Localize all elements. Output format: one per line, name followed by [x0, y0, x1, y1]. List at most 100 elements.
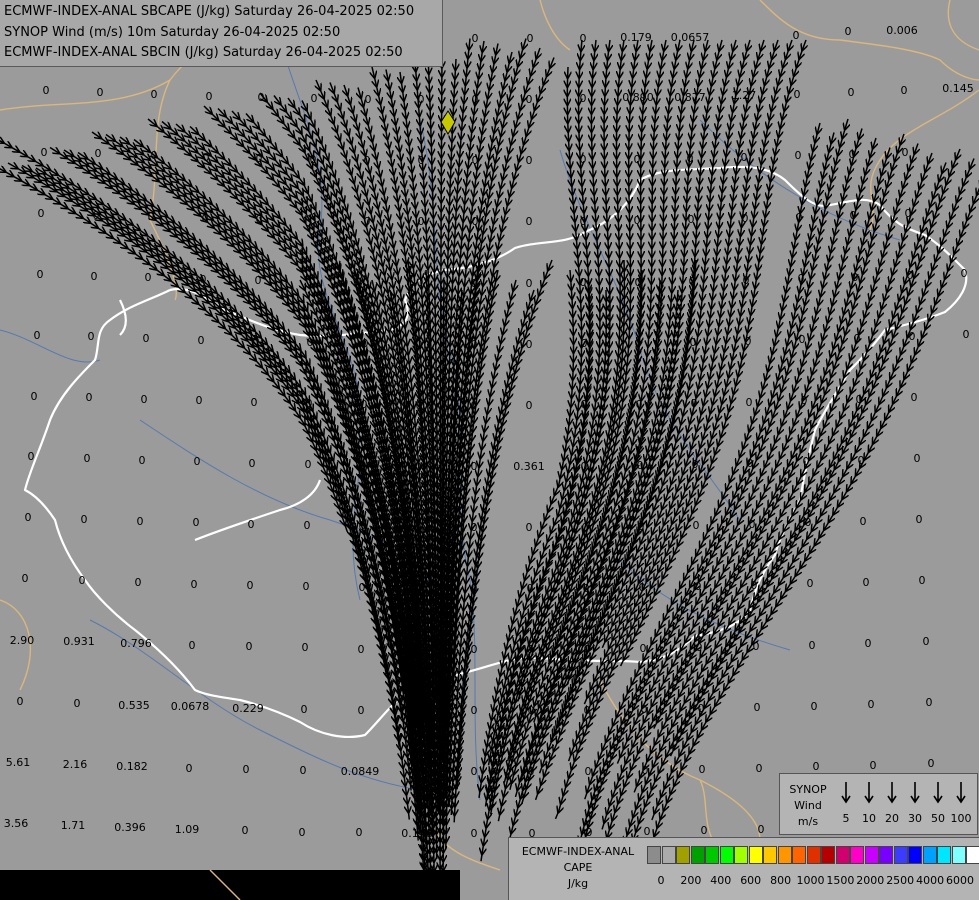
- sbcin-value: 0: [698, 702, 705, 715]
- sbcin-value: 0: [41, 146, 48, 159]
- sbcin-value: 0: [581, 460, 588, 473]
- sbcin-value: 0: [799, 333, 806, 346]
- sbcin-value: 0: [641, 703, 648, 716]
- sbcin-value: 0: [926, 696, 933, 709]
- sbcin-value: 0: [193, 516, 200, 529]
- sbcin-value: 0: [256, 152, 263, 165]
- cape-color-swatch: [792, 846, 806, 864]
- sbcin-value: 0: [916, 513, 923, 526]
- sbcin-value: 0: [17, 695, 24, 708]
- sbcin-value: 0: [415, 460, 422, 473]
- sbcin-value: 0: [81, 513, 88, 526]
- sbcin-value: 0: [243, 763, 250, 776]
- cape-color-swatch: [705, 846, 719, 864]
- cape-tick-label: 0: [657, 874, 665, 887]
- sbcin-value: 0: [796, 211, 803, 224]
- cape-color-swatch: [937, 846, 951, 864]
- sbcin-value: 0: [416, 399, 423, 412]
- sbcin-value: 0: [364, 154, 371, 167]
- sbcin-value: 0: [135, 576, 142, 589]
- sbcin-value: 0: [911, 391, 918, 404]
- sbcin-value: 0: [139, 454, 146, 467]
- sbcin-value: 0: [200, 273, 207, 286]
- sbcin-value: 0: [38, 207, 45, 220]
- cape-color-swatch: [661, 846, 676, 864]
- sbcin-value: 0: [745, 335, 752, 348]
- sbcin-value: 0: [253, 335, 260, 348]
- cape-tick-label: 600: [740, 874, 762, 887]
- cape-legend-unit: J/kg: [567, 877, 589, 890]
- sbcin-value: 0: [186, 762, 193, 775]
- sbcin-value: 0: [758, 823, 765, 836]
- sbcin-value: 0: [471, 582, 478, 595]
- cape-color-swatch: [748, 846, 763, 864]
- cape-color-swatch: [893, 846, 908, 864]
- cape-color-swatch: [864, 846, 879, 864]
- sbcin-value: 0: [305, 458, 312, 471]
- sbcin-value: 0: [805, 516, 812, 529]
- cape-color-swatch: [835, 846, 850, 864]
- sbcin-value: 0: [472, 154, 479, 167]
- wind-arrow-icon: [910, 782, 920, 804]
- wind-speed-label: 5: [842, 812, 850, 825]
- sbcin-value: 0: [22, 572, 29, 585]
- sbcin-value: 0: [471, 399, 478, 412]
- sbcin-value: 0: [527, 32, 534, 45]
- sbcin-value: 0: [870, 759, 877, 772]
- wind-arrow-icon: [887, 782, 897, 804]
- sbcin-value: 1.27: [732, 89, 757, 102]
- sbcin-value: 1.71: [61, 819, 86, 832]
- wind-arrow-icon: [841, 782, 851, 804]
- sbcin-value: 0: [858, 454, 865, 467]
- sbcin-value: 0: [754, 701, 761, 714]
- sbcin-value: 0: [414, 704, 421, 717]
- sbcin-value: 0: [37, 268, 44, 281]
- sbcin-value: 0: [638, 520, 645, 533]
- sbcin-value: 0: [528, 765, 535, 778]
- sbcin-value: 0: [258, 91, 265, 104]
- sbcin-value: 0: [299, 826, 306, 839]
- sbcin-value: 0: [249, 457, 256, 470]
- sbcin-value: 0: [472, 32, 479, 45]
- wind-speed-label: 20: [885, 812, 899, 825]
- cape-tick-label: 4000: [916, 874, 945, 887]
- cape-tick-label: 1000: [796, 874, 825, 887]
- map-canvas: 0 0 0 0 0 0 0.179 0.0657 0 0 0.006 0 0 0 0 0 0 0 0 0 0 0 0.890…: [0, 0, 979, 900]
- sbcin-value: 0: [471, 765, 478, 778]
- sbcin-value: 0: [247, 579, 254, 592]
- cape-legend-subtitle: CAPE: [563, 861, 593, 874]
- sbcin-value: 0: [914, 452, 921, 465]
- sbcin-value: 0: [143, 332, 150, 345]
- cape-tick-label: 400: [710, 874, 732, 887]
- sbcin-value: 0: [471, 521, 478, 534]
- sbcin-value: 0: [526, 338, 533, 351]
- wind-legend-arrows: [841, 782, 966, 804]
- sbcin-value: 0: [860, 515, 867, 528]
- sbcin-value: 0: [303, 580, 310, 593]
- sbcin-value: 0: [309, 275, 316, 288]
- sbcin-value: 0: [636, 398, 643, 411]
- sbcin-value: 0: [699, 763, 706, 776]
- sbcin-value: 0: [584, 643, 591, 656]
- sbcin-value: 0.182: [116, 760, 148, 773]
- cape-tick-label: 2500: [886, 874, 915, 887]
- sbcin-value: 0: [300, 764, 307, 777]
- sbcin-value: 0: [526, 93, 533, 106]
- sbcin-value: 0: [701, 824, 708, 837]
- sbcin-value: 0: [580, 215, 587, 228]
- sbcin-value: 0: [692, 458, 699, 471]
- cape-color-swatch: [922, 846, 937, 864]
- sbcin-value: 0: [811, 700, 818, 713]
- cape-color-swatch: [966, 846, 979, 864]
- wind-speed-label: 50: [931, 812, 945, 825]
- sbcin-value: 0: [359, 581, 366, 594]
- sbcin-value: 0: [743, 274, 750, 287]
- sbcin-value: 0: [74, 697, 81, 710]
- cape-color-swatch: [777, 846, 792, 864]
- sbcin-value: 0: [256, 213, 263, 226]
- sbcin-value: 0: [364, 215, 371, 228]
- wind-legend-title: SYNOP Wind m/s: [784, 782, 832, 830]
- sbcin-value: 0: [691, 397, 698, 410]
- sbcin-value: 0: [809, 639, 816, 652]
- sbcin-value: 0.361: [513, 460, 545, 473]
